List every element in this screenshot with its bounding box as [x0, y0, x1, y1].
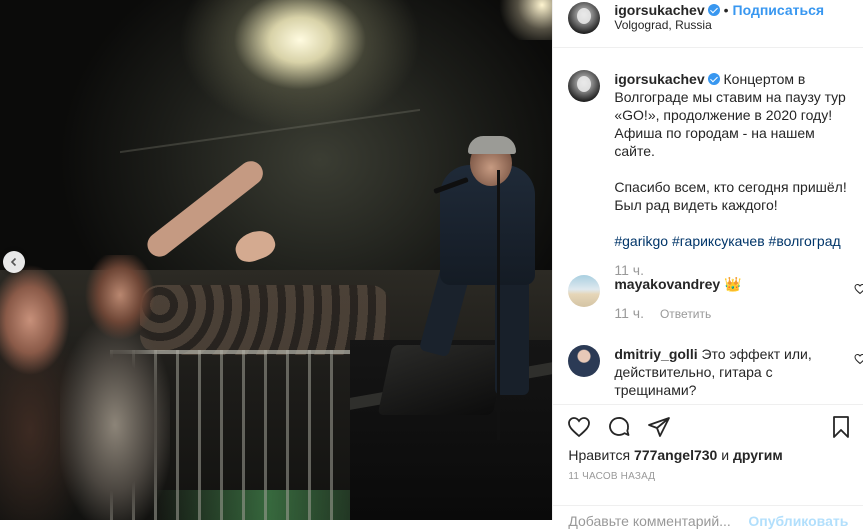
instagram-post: igorsukachev • Подписаться Volgograd, Russ… [0, 0, 863, 529]
share-icon[interactable] [647, 415, 671, 439]
bookmark-icon[interactable] [829, 415, 853, 439]
like-comment-heart-icon[interactable] [854, 283, 863, 295]
add-comment-section: Опубликовать [553, 505, 863, 529]
liker-username[interactable]: 777angel730 [634, 447, 717, 463]
comment-input[interactable] [568, 513, 759, 529]
header-user: igorsukachev • Подписаться [614, 2, 824, 18]
caption-text: igorsukachev Концертом в Волгограде мы с… [614, 70, 853, 250]
chevron-left-icon [10, 257, 17, 267]
comment-text: dmitriy_golli Это эффект или, действител… [614, 345, 819, 399]
previous-post-button[interactable] [3, 251, 25, 273]
comment-body: 👑 [720, 276, 742, 292]
likes-others-link[interactable]: другим [733, 447, 783, 463]
likes-prefix: Нравится [568, 447, 635, 463]
like-comment-heart-icon[interactable] [854, 353, 863, 365]
avatar[interactable] [568, 70, 601, 102]
singer-leg [495, 275, 529, 395]
comment-text: mayakovandrey 👑 [614, 275, 819, 293]
likes-summary: Нравится 777angel730 и другим [568, 447, 782, 463]
fan-figure [60, 255, 170, 520]
username-link[interactable]: igorsukachev [614, 71, 704, 87]
mic-stand [497, 170, 500, 440]
avatar[interactable] [568, 2, 601, 34]
location-link[interactable]: Volgograd, Russia [614, 18, 711, 32]
comment-bubble-icon[interactable] [607, 415, 631, 439]
comment-meta: 11 ч. Ответить [614, 305, 853, 321]
comments-list[interactable]: igorsukachev Концертом в Волгограде мы с… [553, 48, 863, 404]
like-heart-icon[interactable] [567, 415, 591, 439]
separator-dot: • [723, 2, 729, 18]
publish-button[interactable]: Опубликовать [748, 513, 848, 529]
username-link[interactable]: mayakovandrey [614, 276, 720, 292]
likes-suffix: и [717, 447, 733, 463]
comment-item: dmitriy_golli Это эффект или, действител… [568, 345, 863, 399]
hashtag-links[interactable]: #garikgo #гариксукачев #волгоград [614, 232, 853, 250]
username-link[interactable]: igorsukachev [614, 2, 704, 18]
stage-light [492, 0, 553, 40]
verified-badge-icon [707, 4, 720, 16]
caption: igorsukachev Концертом в Волгограде мы с… [568, 70, 853, 278]
avatar[interactable] [568, 345, 601, 377]
verified-badge-icon [707, 73, 720, 85]
post-sidebar: igorsukachev • Подписаться Volgograd, Russ… [552, 0, 863, 529]
post-photo[interactable] [0, 0, 553, 520]
follow-button[interactable]: Подписаться [733, 2, 825, 18]
post-timestamp[interactable]: 11 часов назад [568, 471, 655, 482]
caption-thanks: Спасибо всем, кто сегодня пришёл! Был ра… [614, 179, 847, 213]
reply-button[interactable]: Ответить [660, 307, 711, 321]
comment-timestamp[interactable]: 11 ч. [614, 305, 644, 321]
post-actions: Нравится 777angel730 и другим 11 часов н… [553, 404, 863, 529]
singer-cap [468, 136, 516, 154]
post-header: igorsukachev • Подписаться Volgograd, Russ… [553, 0, 863, 48]
username-link[interactable]: dmitriy_golli [614, 346, 697, 362]
comment-item: mayakovandrey 👑 11 ч. Ответить [568, 275, 863, 321]
avatar[interactable] [568, 275, 601, 307]
